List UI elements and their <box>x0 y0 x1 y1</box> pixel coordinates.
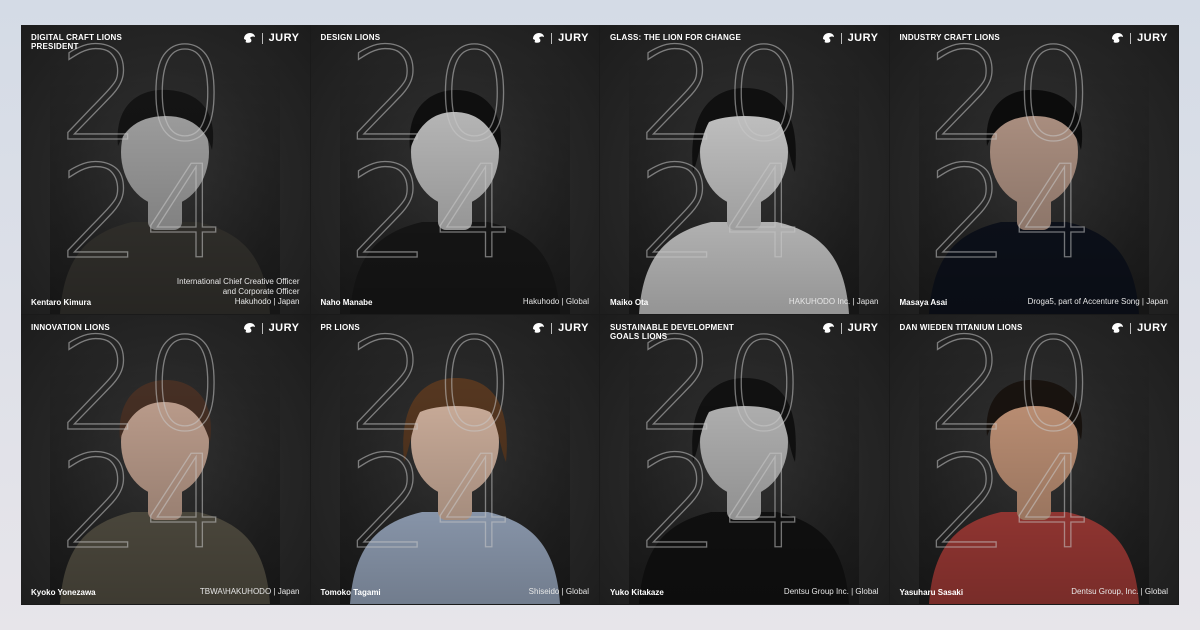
juror-affiliation: Droga5, part of Accenture Song | Japan <box>1027 297 1168 306</box>
category-label: GLASS: THE LION FOR CHANGE <box>610 33 741 42</box>
juror-name: Masaya Asai <box>899 298 948 307</box>
jury-badge: JURY <box>1110 322 1168 334</box>
portrait-image <box>918 344 1149 604</box>
jury-card-8: 20 24 DAN WIEDEN TITANIUM LIONS JURY <box>889 315 1179 605</box>
jury-label: JURY <box>558 322 589 334</box>
jury-badge: JURY <box>242 32 300 44</box>
jury-card-1: 20 24 DIGITAL CRAFT LIONS PRESIDENT JURY <box>21 25 311 315</box>
juror-affiliation: Hakuhodo | Global <box>522 297 589 306</box>
juror-name: Tomoko Tagami <box>320 588 381 597</box>
jury-badge: JURY <box>1110 32 1168 44</box>
category-label: SUSTAINABLE DEVELOPMENT GOALS LIONS <box>610 323 735 341</box>
cannes-lion-icon <box>1112 323 1124 333</box>
category-label: INDUSTRY CRAFT LIONS <box>899 33 1000 42</box>
cannes-lion-icon <box>243 33 255 43</box>
jury-badge: JURY <box>531 322 589 334</box>
juror-name: Naho Manabe <box>320 298 373 307</box>
juror-name: Maiko Ota <box>610 298 649 307</box>
jury-card-4: 20 24 INDUSTRY CRAFT LIONS JURY Masa <box>889 25 1179 315</box>
jury-badge: JURY <box>242 322 300 334</box>
juror-name: Yasuharu Sasaki <box>899 588 964 597</box>
cannes-lion-icon <box>822 33 834 43</box>
badge-divider <box>551 32 553 44</box>
badge-divider <box>1130 322 1132 334</box>
juror-affiliation: TBWA\HAKUHODO | Japan <box>199 587 300 596</box>
category-label: PR LIONS <box>320 323 360 332</box>
badge-divider <box>840 32 842 44</box>
cannes-lion-icon <box>243 323 255 333</box>
badge-divider <box>1130 32 1132 44</box>
badge-divider <box>261 322 263 334</box>
portrait-image <box>629 54 860 314</box>
category-label: INNOVATION LIONS <box>31 323 110 332</box>
jury-badge: JURY <box>821 32 879 44</box>
juror-name: Yuko Kitakaze <box>610 588 664 597</box>
portrait-image <box>339 344 570 604</box>
juror-affiliation: International Chief Creative Officer and… <box>176 277 300 306</box>
cannes-lion-icon <box>1112 33 1124 43</box>
juror-name: Kentaro Kimura <box>31 298 92 307</box>
juror-name: Kyoko Yonezawa <box>31 588 96 597</box>
category-label: DAN WIEDEN TITANIUM LIONS <box>899 323 1023 332</box>
jury-card-5: 20 24 INNOVATION LIONS JURY Kyoko Yo <box>21 315 311 605</box>
jury-label: JURY <box>1137 322 1168 334</box>
jury-card-3: 20 24 GLASS: THE LION FOR CHANGE JURY <box>600 25 890 315</box>
jury-label: JURY <box>268 322 300 334</box>
jury-label: JURY <box>847 322 879 334</box>
category-label: DESIGN LIONS <box>320 33 381 42</box>
jury-badge: JURY <box>531 32 589 44</box>
juror-affiliation: Dentsu Group Inc. | Global <box>783 587 879 596</box>
portrait-image <box>629 344 860 604</box>
juror-affiliation: HAKUHODO Inc. | Japan <box>788 297 879 306</box>
jury-card-7: 20 24 SUSTAINABLE DEVELOPMENT GOALS LION… <box>600 315 890 605</box>
jury-card-2: 20 24 DESIGN LIONS JURY Naho Manabe <box>310 25 600 315</box>
juror-affiliation: Shiseido | Global <box>528 587 589 596</box>
jury-card-6: 20 24 PR LIONS JURY Tomoko Tagami <box>310 315 600 605</box>
cannes-lion-icon <box>533 33 545 43</box>
jury-label: JURY <box>558 32 589 44</box>
jury-label: JURY <box>1137 32 1168 44</box>
jury-badge: JURY <box>821 322 879 334</box>
juror-affiliation: Dentsu Group, Inc. | Global <box>1071 587 1168 596</box>
portrait-image <box>918 54 1149 314</box>
cannes-lion-icon <box>533 323 545 333</box>
portrait-image <box>50 344 281 604</box>
cannes-lion-icon <box>822 323 834 333</box>
jury-label: JURY <box>847 32 879 44</box>
badge-divider <box>261 32 263 44</box>
badge-divider <box>840 322 842 334</box>
portrait-image <box>50 54 281 314</box>
jury-label: JURY <box>268 32 300 44</box>
jury-grid: 20 24 DIGITAL CRAFT LIONS PRESIDENT JURY <box>21 25 1179 605</box>
category-label: DIGITAL CRAFT LIONS PRESIDENT <box>31 33 123 51</box>
portrait-image <box>339 54 570 314</box>
badge-divider <box>551 322 553 334</box>
